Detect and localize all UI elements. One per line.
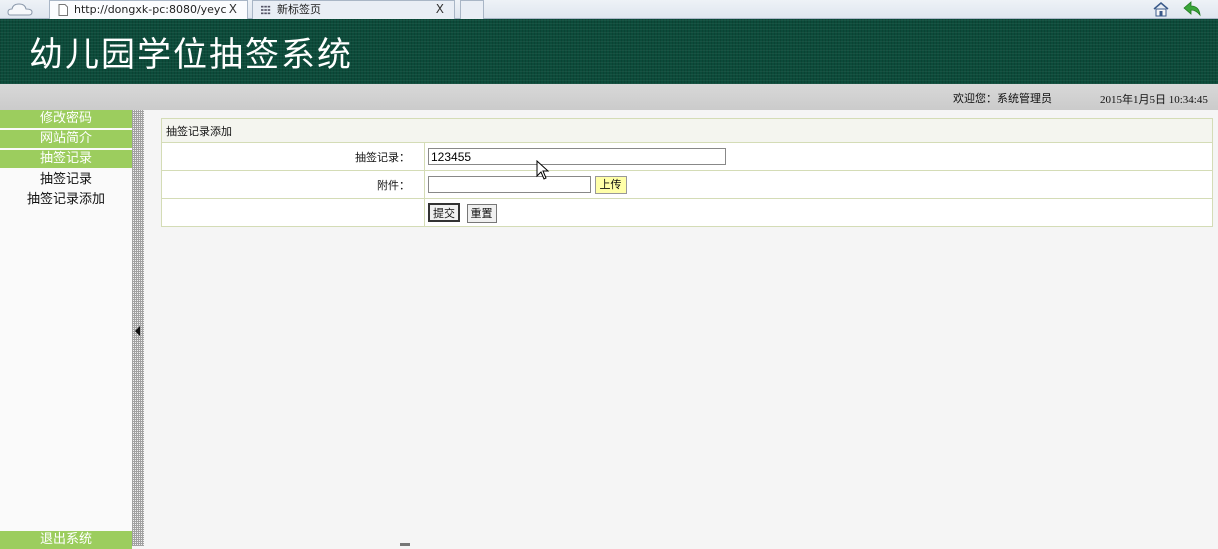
submenu-draw-records[interactable]: 抽签记录 [0, 170, 132, 190]
browser-tab-new[interactable]: 新标签页 X [252, 0, 455, 19]
reset-button[interactable]: 重置 [466, 203, 497, 223]
form-caption: 抽签记录添加 [161, 118, 1213, 143]
mouse-cursor-icon [536, 160, 550, 180]
tab-close-icon[interactable]: X [436, 1, 444, 18]
home-icon[interactable] [1152, 1, 1170, 17]
status-bar: 欢迎您：系统管理员 2015年1月5日 10:34:45 [0, 84, 1218, 110]
page-icon [58, 4, 68, 16]
sidebar-menu: 修改密码 网站简介 抽签记录 抽签记录 抽签记录添加 退出系统 [0, 110, 132, 549]
site-header: 幼儿园学位抽签系统 [0, 19, 1218, 84]
browser-tab-active[interactable]: http://dongxk-pc:8080/yeyc X [49, 0, 248, 19]
back-arrow-icon[interactable] [1182, 0, 1202, 18]
upload-button[interactable]: 上传 [594, 175, 627, 194]
new-tab-button[interactable] [460, 0, 484, 19]
site-title: 幼儿园学位抽签系统 [29, 35, 353, 75]
menu-item-change-password[interactable]: 修改密码 [0, 110, 132, 128]
logout-button[interactable]: 退出系统 [0, 531, 132, 549]
welcome-text: 欢迎您：系统管理员 [953, 92, 1052, 105]
cloud-icon[interactable] [6, 1, 36, 17]
main-content: 抽签记录添加 抽签记录： 附件： 上传 提交 重置 [144, 110, 1218, 546]
record-label: 抽签记录： [161, 142, 425, 171]
submit-button[interactable]: 提交 [428, 202, 460, 222]
attachment-input[interactable] [428, 176, 591, 193]
submenu-add-draw-record[interactable]: 抽签记录添加 [0, 190, 132, 210]
tab-label: 新标签页 [277, 3, 321, 16]
button-cell: 提交 重置 [424, 198, 1213, 227]
record-input[interactable] [428, 148, 726, 165]
tab-label: http://dongxk-pc:8080/yeyc [74, 3, 227, 16]
menu-item-site-intro[interactable]: 网站简介 [0, 130, 132, 148]
menu-item-draw-records[interactable]: 抽签记录 [0, 150, 132, 168]
collapse-arrow-icon[interactable] [135, 326, 141, 336]
grid-icon [261, 5, 271, 15]
datetime-text: 2015年1月5日 10:34:45 [1100, 94, 1208, 106]
browser-tab-bar: http://dongxk-pc:8080/yeyc X 新标签页 X [0, 0, 1218, 19]
record-add-form: 抽签记录添加 抽签记录： 附件： 上传 提交 重置 [161, 118, 1213, 227]
tab-close-icon[interactable]: X [229, 1, 237, 18]
attachment-label: 附件： [161, 170, 425, 199]
empty-label-cell [161, 198, 425, 227]
